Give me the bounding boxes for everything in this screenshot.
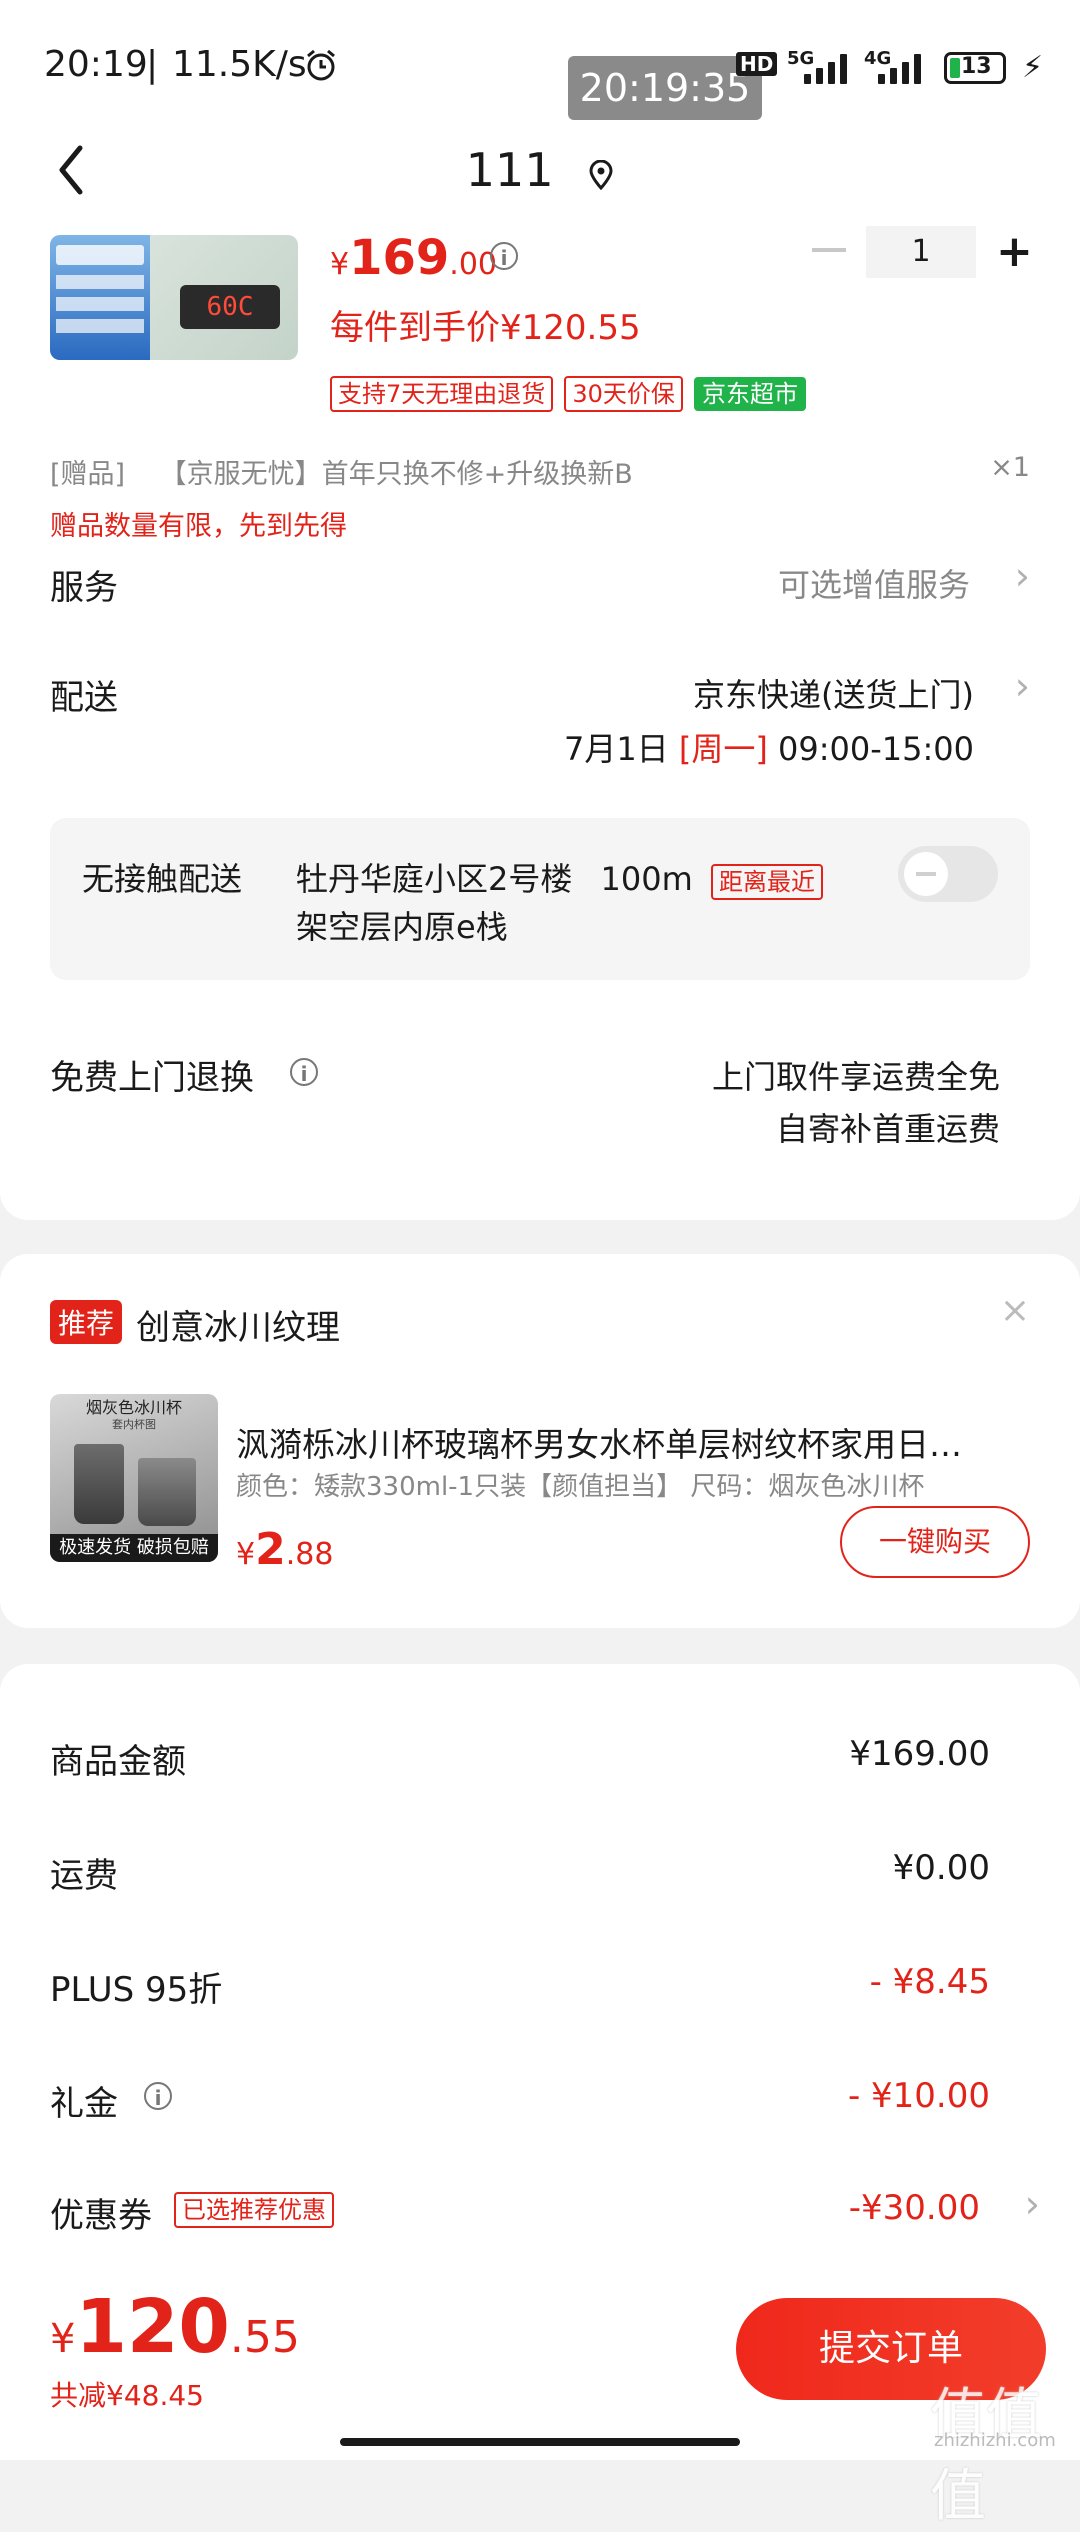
gift-discount: - ¥10.00 — [847, 2076, 990, 2116]
location-pin-icon — [588, 144, 614, 204]
free-return-label: 免费上门退换 — [50, 1058, 254, 1098]
delivery-method: 京东快递(送货上门) — [693, 676, 974, 714]
goods-amount: ¥169.00 — [849, 1734, 990, 1774]
status-time: 20:19 — [44, 44, 148, 85]
recommend-title: 创意冰川纹理 — [136, 1308, 340, 1348]
contactless-address: 牡丹华庭小区2号楼 100m 距离最近 — [296, 854, 823, 900]
contactless-address-line2: 架空层内原e栈 — [296, 908, 508, 946]
battery-level: 13 — [961, 54, 992, 79]
nearest-badge: 距离最近 — [710, 864, 823, 900]
watermark-logo: 值值值 — [930, 2383, 1042, 2529]
thumb-display: 60C — [180, 285, 280, 329]
quantity-decrease-button[interactable] — [812, 248, 846, 252]
gift-row[interactable]: [赠品] 【京服无忧】首年只换不修+升级换新B — [50, 452, 633, 491]
watermark-url: zhizhizhi.com — [934, 2430, 1056, 2451]
status-divider: | — [146, 44, 159, 85]
status-bar: 20:19 | 11.5K/s 20:19:35 HD 5G 4G 13 ⚡ — [0, 0, 1080, 140]
free-return-row: 免费上门退换 i 上门取件享运费全免 自寄补首重运费 — [0, 1050, 1080, 1170]
return-line2: 自寄补首重运费 — [775, 1110, 1000, 1148]
product-tags: 支持7天无理由退货 30天价保 京东超市 — [330, 376, 807, 412]
tag-return: 支持7天无理由退货 — [330, 376, 554, 412]
shipping-amount: ¥0.00 — [892, 1848, 990, 1888]
gift-name: 【京服无忧】首年只换不修+升级换新B — [159, 459, 633, 490]
charging-icon: ⚡ — [1022, 50, 1044, 85]
chevron-right-icon: › — [1014, 554, 1030, 598]
alarm-icon — [304, 48, 338, 82]
contactless-label: 无接触配送 — [82, 860, 243, 898]
contactless-toggle[interactable] — [898, 846, 998, 902]
home-indicator[interactable] — [340, 2438, 740, 2446]
summary-goods-row: 商品金额 ¥169.00 — [50, 1734, 990, 1782]
summary-coupon-row[interactable]: 优惠券 已选推荐优惠 -¥30.00 › — [50, 2182, 1040, 2250]
total-price: ¥120.55 — [50, 2284, 300, 2370]
summary-plus-row: PLUS 95折 - ¥8.45 — [50, 1962, 990, 2010]
recommend-price: ¥2.88 — [236, 1524, 334, 1575]
order-product-card: 60C ¥169.00 i 1 + 每件到手价¥120.55 支持7天无理由退货… — [0, 226, 1080, 1220]
chevron-right-icon: › — [1024, 2182, 1040, 2226]
tag-price-protect: 30天价保 — [564, 376, 683, 412]
price-info-icon[interactable]: i — [490, 242, 518, 270]
page-title: 111 — [465, 143, 554, 197]
thumb-banner: 极速发货 破损包赔 — [50, 1534, 218, 1562]
final-unit-price: 每件到手价¥120.55 — [330, 308, 641, 348]
delivery-time: 7月1日 [周一] 09:00-15:00 — [563, 730, 974, 768]
delivery-row[interactable]: 配送 京东快递(送货上门) › 7月1日 [周一] 09:00-15:00 — [0, 664, 1080, 790]
recommend-thumbnail[interactable]: 烟灰色冰川杯 套内杯图 极速发货 破损包赔 — [50, 1394, 218, 1562]
product-price: ¥169.00 — [330, 230, 498, 286]
status-speed: 11.5K/s — [172, 44, 307, 85]
quantity-input[interactable]: 1 — [866, 226, 976, 278]
price-summary-card: 商品金额 ¥169.00 运费 ¥0.00 PLUS 95折 - ¥8.45 礼… — [0, 1664, 1080, 2284]
time-toast: 20:19:35 — [568, 56, 762, 120]
service-label: 服务 — [50, 568, 118, 608]
coupon-discount: -¥30.00 — [848, 2188, 980, 2228]
gift-prefix: [赠品] — [50, 459, 126, 490]
product-thumbnail[interactable]: 60C — [50, 235, 298, 360]
contactless-box: 无接触配送 牡丹华庭小区2号楼 100m 距离最近 架空层内原e栈 — [50, 818, 1030, 980]
bottom-bar: ¥120.55 共减¥48.45 提交订单 值值值 zhizhizhi.com — [0, 2284, 1080, 2529]
delivery-label: 配送 — [50, 678, 118, 718]
address-title-group[interactable]: 111 — [0, 140, 1080, 204]
quantity-increase-button[interactable]: + — [996, 226, 1033, 278]
one-click-buy-button[interactable]: 一键购买 — [840, 1506, 1030, 1578]
summary-gift-row: 礼金 i - ¥10.00 — [50, 2076, 990, 2124]
summary-shipping-row: 运费 ¥0.00 — [50, 1848, 990, 1896]
coupon-tag: 已选推荐优惠 — [174, 2192, 334, 2228]
battery-icon: 13 — [944, 52, 1006, 84]
recommend-badge: 推荐 — [50, 1300, 123, 1344]
return-line1: 上门取件享运费全免 — [711, 1058, 1000, 1096]
recommend-product-name[interactable]: 沨漪栎冰川杯玻璃杯男女水杯单层树纹杯家用日… — [236, 1418, 1036, 1466]
top-nav: 111 — [0, 140, 1080, 230]
close-icon[interactable]: × — [1000, 1290, 1030, 1331]
gift-info-icon[interactable]: i — [144, 2082, 172, 2110]
service-row[interactable]: 服务 可选增值服务 › — [0, 554, 1080, 630]
gift-count: ×1 — [990, 452, 1030, 483]
chevron-right-icon: › — [1014, 664, 1030, 708]
service-value: 可选增值服务 — [777, 566, 970, 604]
recommend-spec: 颜色：矮款330ml-1只装【颜值担当】 尺码：烟灰色冰川杯 — [236, 1472, 925, 1502]
total-saved: 共减¥48.45 — [50, 2379, 204, 2412]
hd-badge: HD — [736, 52, 778, 76]
return-info-icon[interactable]: i — [290, 1058, 318, 1086]
signal-4g-icon — [870, 52, 926, 84]
tag-store: 京东超市 — [694, 377, 807, 411]
thumb-sub: 套内杯图 — [112, 1418, 156, 1431]
recommend-card: 推荐 创意冰川纹理 × 烟灰色冰川杯 套内杯图 极速发货 破损包赔 沨漪栎冰川杯… — [0, 1254, 1080, 1628]
signal-5g-icon — [800, 52, 856, 84]
gift-note: 赠品数量有限，先到先得 — [50, 511, 347, 542]
plus-discount: - ¥8.45 — [869, 1962, 990, 2002]
